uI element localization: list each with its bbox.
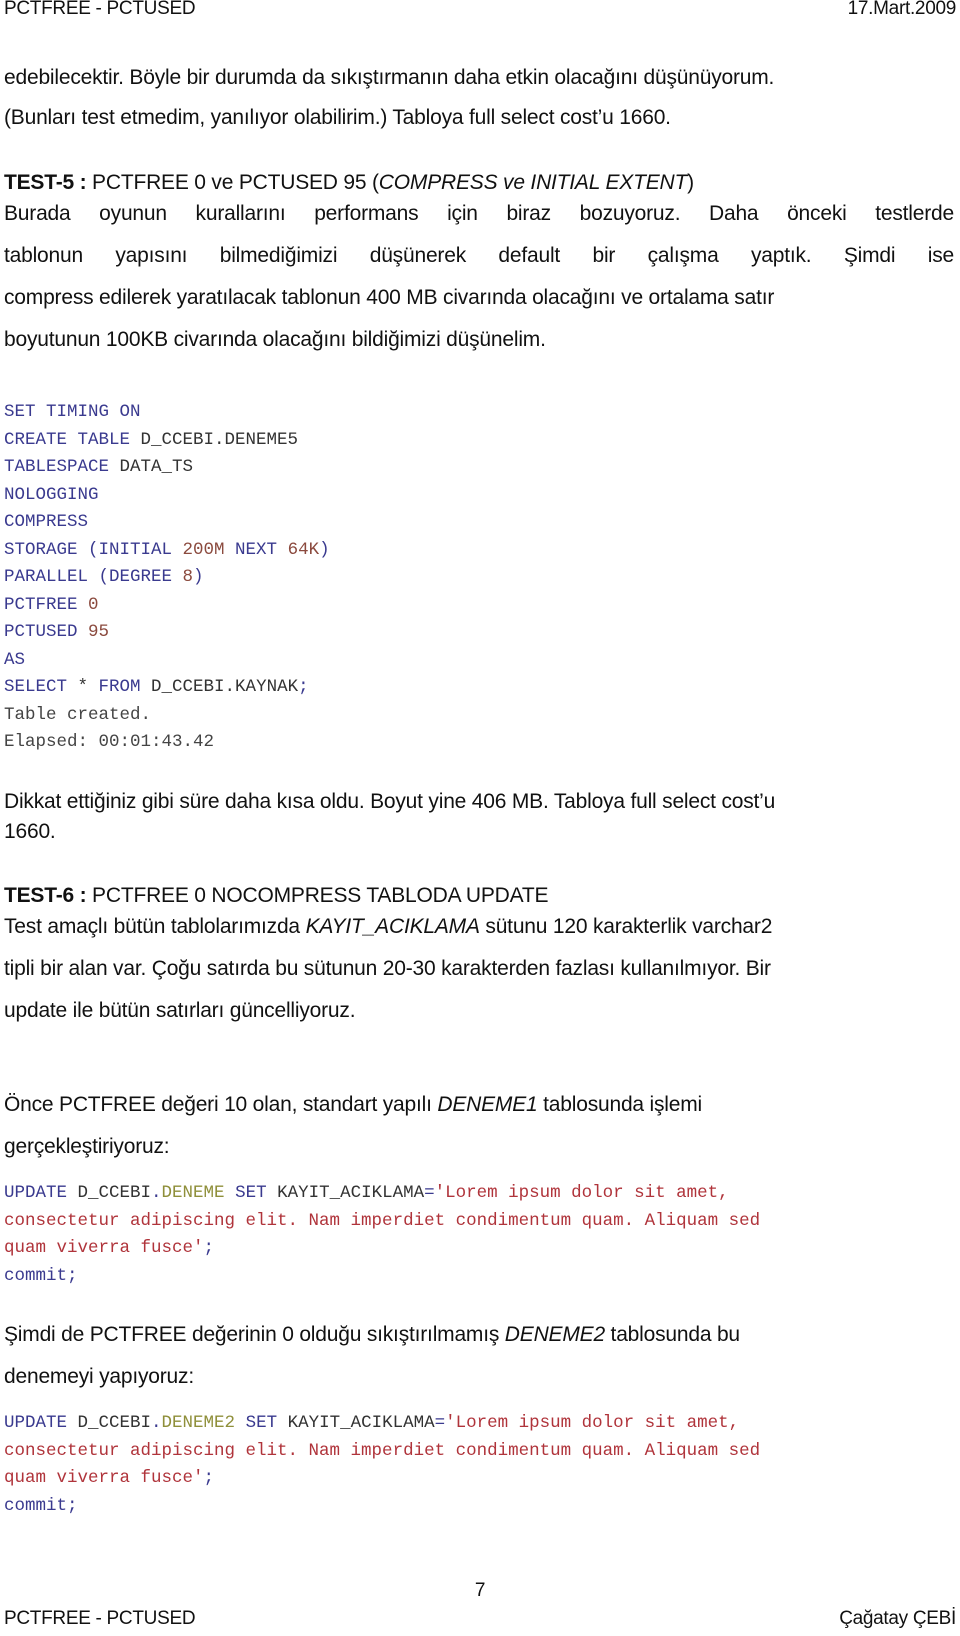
code-keyword: STORAGE (INITIAL [4,539,183,560]
code-object: DENEME [161,1183,225,1203]
code-operator: = [424,1183,435,1203]
code-keyword: UPDATE [4,1183,78,1203]
code-identifier: DATA_TS [119,457,194,477]
test5-line-3: compress edilerek yaratılacak tablonun 4… [4,286,775,309]
header-title: PCTFREE - PCTUSED [4,0,196,19]
code-line: AS [4,649,26,670]
intro-line-1: edebilecektir. Böyle bir durumda da sıkı… [4,66,775,89]
code-identifier: D_CCEBI.DENEME5 [140,429,299,450]
test5-line-1: Burada oyunun kurallarını performans içi… [4,202,954,225]
code-line: COMPRESS [4,512,89,532]
code-keyword: UPDATE [4,1413,78,1433]
code-block-update-deneme2: UPDATE D_CCEBI.DENEME2 SET KAYIT_ACIKLAM… [4,1410,760,1520]
code-identifier: * [67,677,99,697]
test5-heading: TEST-5 : PCTFREE 0 ve PCTUSED 95 (COMPRE… [4,171,694,195]
simdi-line-2: denemeyi yapıyoruz: [4,1365,194,1388]
code-number: 8 [182,567,194,587]
code-object: DENEME2 [161,1413,236,1433]
test6-heading: TEST-6 : PCTFREE 0 NOCOMPRESS TABLODA UP… [4,884,549,908]
code-number: 64K [287,539,320,560]
code-identifier: D_CCEBI [77,1413,152,1433]
code-block-update-deneme: UPDATE D_CCEBI.DENEME SET KAYIT_ACIKLAMA… [4,1180,760,1290]
test6-line-1-a: Test amaçlı bütün tablolarımızda [4,915,306,938]
code-keyword: ) [193,567,204,587]
code-output: Table created. [4,704,152,725]
test6-label: TEST-6 : [4,884,87,907]
test5-line-4: boyutunun 100KB civarında olacağını bild… [4,328,546,351]
code-block-create-table: SET TIMING ON CREATE TABLE D_CCEBI.DENEM… [4,399,330,757]
code-line: SET TIMING ON [4,402,141,422]
code-string: 'Lorem ipsum dolor sit amet, [445,1413,740,1433]
code-identifier: D_CCEBI [77,1183,152,1203]
code-output: Elapsed: 00:01:43.42 [4,732,215,752]
once-line-1-b: tablosunda işlemi [537,1093,703,1116]
code-line: commit; [4,1265,78,1286]
simdi-line-1: Şimdi de PCTFREE değerinin 0 olduğu sıkı… [4,1323,740,1347]
test5-line-2: tablonun yapısını bilmediğimizi düşünere… [4,244,954,267]
code-string: quam viverra fusce' [4,1468,204,1488]
code-dot: . [151,1413,162,1433]
test6-line-1-italic: KAYIT_ACIKLAMA [305,915,480,938]
test6-line-2: tipli bir alan var. Çoğu satırda bu sütu… [4,957,771,980]
code-keyword: PCTUSED [4,622,89,642]
code-string: consectetur adipiscing elit. Nam imperdi… [4,1210,761,1231]
code-string: consectetur adipiscing elit. Nam imperdi… [4,1440,761,1461]
result5-line-2: 1660. [4,820,56,843]
test5-title-a: PCTFREE 0 ve PCTUSED 95 ( [86,171,379,194]
test6-title: PCTFREE 0 NOCOMPRESS TABLODA UPDATE [86,884,549,907]
code-number: 95 [88,622,110,642]
code-string: quam viverra fusce' [4,1238,204,1258]
test5-title-italic: COMPRESS ve INITIAL EXTENT [378,171,688,194]
simdi-line-1-a: Şimdi de PCTFREE değerinin 0 olduğu sıkı… [4,1323,505,1346]
code-keyword: ; [298,677,309,697]
code-keyword: PCTFREE [4,594,89,615]
code-keyword: PARALLEL (DEGREE [4,567,183,587]
code-keyword: TABLESPACE [4,457,120,477]
code-number: 0 [88,594,99,615]
page-number: 7 [474,1580,486,1601]
code-semicolon: ; [203,1468,215,1488]
simdi-line-1-b: tablosunda bu [604,1323,741,1346]
code-string: 'Lorem ipsum dolor sit amet, [434,1183,729,1203]
test6-line-3: update ile bütün satırları güncelliyoruz… [4,999,356,1022]
code-dot: . [151,1183,162,1203]
once-line-1-italic: DENEME1 [437,1093,538,1116]
code-keyword: CREATE TABLE [4,429,141,450]
test5-label: TEST-5 : [4,171,87,194]
code-keyword: FROM [98,677,152,697]
code-line: commit; [4,1495,78,1516]
once-line-1: Önce PCTFREE değeri 10 olan, standart ya… [4,1093,702,1117]
footer-title: PCTFREE - PCTUSED [4,1608,196,1629]
code-keyword: NEXT [224,539,288,560]
test6-line-1-b: sütunu 120 karakterlik varchar2 [479,915,773,938]
once-line-1-a: Önce PCTFREE değeri 10 olan, standart ya… [4,1093,438,1116]
code-identifier: KAYIT_ACIKLAMA [287,1413,435,1433]
footer-author: Çağatay ÇEBİ [839,1608,956,1629]
simdi-line-1-italic: DENEME2 [504,1323,605,1346]
code-keyword: SET [235,1413,288,1433]
header-date: 17.Mart.2009 [847,0,957,19]
result5-line-1: Dikkat ettiğiniz gibi süre daha kısa old… [4,790,776,813]
test5-title-b: ) [687,171,694,194]
code-semicolon: ; [203,1238,215,1258]
code-identifier: KAYIT_ACIKLAMA [277,1183,425,1203]
code-keyword: ) [319,539,330,560]
code-identifier: D_CCEBI.KAYNAK [151,677,299,697]
code-line: NOLOGGING [4,484,99,505]
code-operator: = [434,1413,446,1433]
once-line-2: gerçekleştiriyoruz: [4,1135,170,1158]
code-keyword: SET [224,1183,278,1203]
code-number: 200M [182,539,225,560]
test6-line-1: Test amaçlı bütün tablolarımızda KAYIT_A… [4,915,772,939]
intro-line-2: (Bunları test etmedim, yanılıyor olabili… [4,106,671,129]
code-keyword: SELECT [4,677,68,697]
